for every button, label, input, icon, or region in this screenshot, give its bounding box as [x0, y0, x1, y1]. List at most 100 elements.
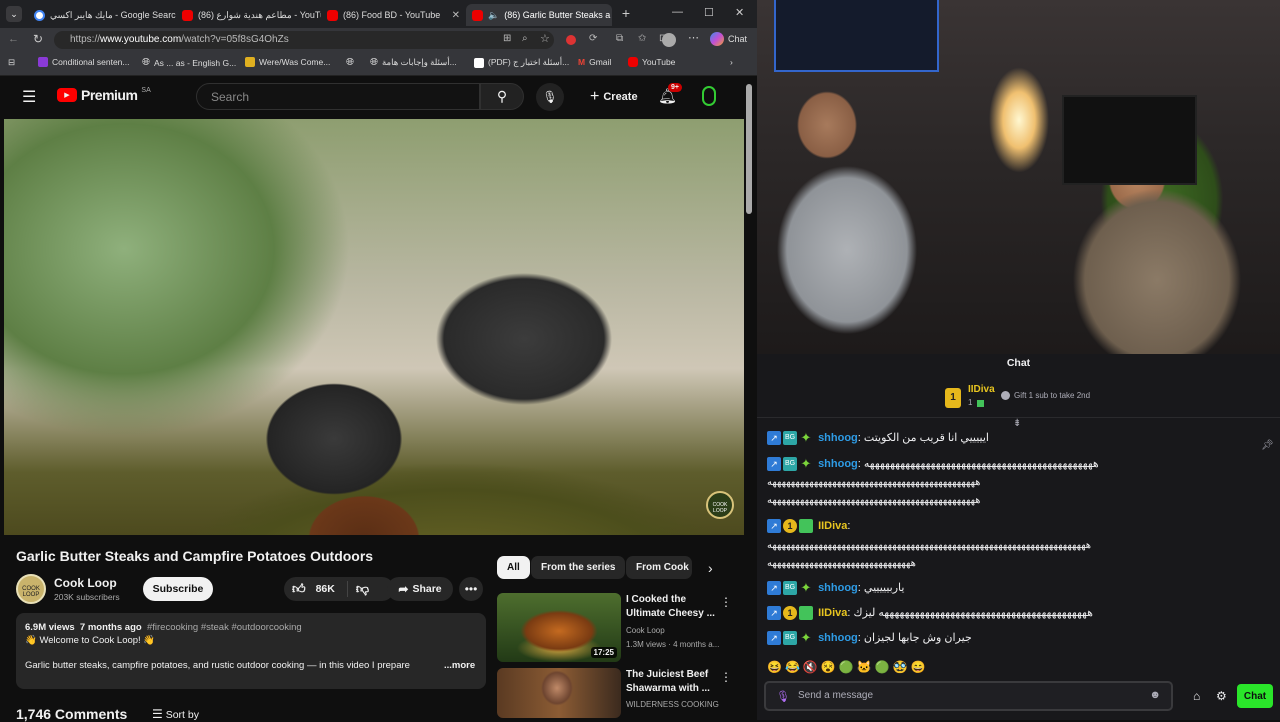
sort-icon: ☰ [152, 707, 163, 721]
tab-youtube-active[interactable]: 🔈 (86) Garlic Butter Steaks a ✕ [466, 4, 612, 26]
rec-channel-2[interactable]: WILDERNESS COOKING [626, 700, 719, 709]
store-icon[interactable]: ⌂ [1193, 689, 1200, 703]
emoji-picker-icon[interactable]: ☻ [1149, 689, 1161, 701]
bookmark-gmail[interactable]: M Gmail [578, 57, 611, 67]
split-screen-icon[interactable]: ⧉ [616, 33, 623, 44]
send-chat-button[interactable]: Chat [1237, 684, 1273, 708]
menu-dots-icon[interactable]: ⋯ [688, 31, 699, 44]
bookmark-label: أسئلة وإجابات هامة... [382, 57, 457, 67]
speaker-icon[interactable]: 🔈 [488, 10, 499, 21]
zoom-icon[interactable]: ⌕ [522, 33, 528, 44]
chat-username[interactable]: shhoog [818, 582, 858, 594]
url-field[interactable]: https://www.youtube.com/watch?v=05f8sG4O… [54, 31, 554, 49]
back-icon[interactable]: ← [8, 33, 19, 45]
close-window-icon[interactable]: ✕ [735, 6, 744, 19]
extension-icon[interactable] [566, 35, 576, 45]
channel-avatar[interactable]: COOK LOOP [16, 574, 46, 604]
hashtags[interactable]: #firecooking #steak #outdoorcooking [147, 622, 302, 633]
favorites-icon[interactable]: ✩ [638, 33, 646, 44]
thumbs-up-icon[interactable]: 👍︎ [292, 581, 306, 597]
copilot-chat-label: Chat [728, 34, 748, 44]
description-text: Garlic butter steaks, campfire potatoes,… [25, 660, 410, 671]
chip-from-channel[interactable]: From Cook L [626, 556, 692, 579]
close-tab-icon[interactable]: ✕ [452, 10, 460, 21]
gift-count: 1 [968, 398, 973, 407]
bookmark-3[interactable]: Were/Was Come... [245, 57, 330, 67]
maximize-icon[interactable]: ☐ [704, 6, 714, 19]
bookmarks-menu-icon[interactable]: ⊟ [8, 57, 15, 68]
chips-next-icon[interactable]: › [708, 560, 713, 576]
chat-username[interactable]: IIDiva [818, 607, 847, 619]
rec-menu-icon[interactable]: ⋮ [720, 670, 732, 684]
thumbs-down-icon[interactable]: 👎︎ [356, 581, 369, 597]
more-actions-button[interactable]: ••• [459, 577, 483, 601]
bookmarks-overflow-icon[interactable]: › [730, 57, 733, 67]
video-player[interactable]: COOK LOOP [4, 119, 744, 535]
channel-name[interactable]: Cook Loop [54, 576, 117, 590]
rec-thumbnail-2[interactable] [497, 668, 621, 718]
search-input[interactable]: Search [196, 83, 480, 110]
rec-title-1[interactable]: I Cooked the Ultimate Cheesy ... [626, 593, 726, 621]
bookmark-2[interactable]: 🌐︎ As ... as - English G... [142, 57, 236, 68]
search-button[interactable]: ⚲ [480, 83, 524, 110]
gift-sub-icon [1001, 391, 1010, 400]
bookmark-youtube[interactable]: YouTube [628, 57, 675, 67]
neon-sign [774, 0, 939, 72]
badge-icon: BG [783, 431, 797, 446]
create-button[interactable]: + Create [580, 83, 648, 110]
top-gifter-name[interactable]: IIDiva [968, 384, 995, 395]
share-button[interactable]: ➦ Share [387, 577, 453, 601]
bookmark-globe[interactable]: 🌐︎ [346, 57, 354, 68]
chat-username[interactable]: shhoog [818, 458, 858, 470]
profile-avatar[interactable] [662, 33, 676, 47]
video-title: Garlic Butter Steaks and Campfire Potato… [16, 548, 374, 564]
like-dislike-pill: 👍︎ 86K 👎︎ [284, 577, 394, 601]
minimize-icon[interactable]: — [672, 6, 683, 18]
url-scheme: https:// [70, 34, 101, 45]
rec-menu-icon[interactable]: ⋮ [720, 595, 732, 609]
install-app-icon[interactable]: ⊞ [503, 33, 511, 44]
copilot-chat-button[interactable]: Chat [710, 32, 747, 46]
bookmark-5[interactable]: (PDF) أسئلة اختبار ج... [474, 57, 569, 68]
google-icon [34, 9, 45, 21]
favorite-star-icon[interactable]: ☆ [540, 32, 550, 45]
youtube-premium-logo[interactable]: ▶ Premium SA [57, 87, 151, 103]
show-more-link[interactable]: ...more [444, 660, 475, 671]
tab-list-chevron-icon[interactable]: ⌄ [6, 6, 22, 22]
page-scrollbar[interactable] [746, 84, 752, 214]
rec-channel-1[interactable]: Cook Loop [626, 626, 665, 635]
hamburger-menu-icon[interactable]: ☰ [22, 87, 36, 107]
notifications-button[interactable]: 🔔︎ 9+ [658, 83, 682, 106]
tab-youtube-1[interactable]: (86) مطاعم هندية شوارع - YouTube ✕ [176, 4, 321, 26]
sort-by-button[interactable]: ☰ Sort by [152, 707, 199, 721]
subscribe-button[interactable]: Subscribe [143, 577, 213, 601]
bookmark-1[interactable]: Conditional senten... [38, 57, 130, 67]
rec-title-2[interactable]: The Juiciest Beef Shawarma with ... [626, 668, 726, 696]
refresh-extension-icon[interactable]: ⟳ [589, 33, 597, 44]
chat-username[interactable]: IIDiva [818, 520, 847, 532]
reload-icon[interactable]: ↻ [33, 32, 43, 46]
rec-thumbnail-1[interactable]: 17:25 [497, 593, 621, 662]
tab-youtube-2[interactable]: (86) Food BD - YouTube ✕ [321, 4, 466, 26]
tab-google-search[interactable]: مايك هايبر اكسي - Google Search ✕ [28, 4, 176, 26]
settings-gear-icon[interactable]: ⚙ [1216, 689, 1227, 703]
bookmark-4[interactable]: 🌐︎ أسئلة وإجابات هامة... [370, 57, 457, 68]
stream-video[interactable] [757, 0, 1280, 354]
rank-badge: 1 [945, 388, 961, 408]
chat-message-input[interactable]: 🎙︎ Send a message ☻ [764, 681, 1173, 711]
globe-icon: 🌐︎ [142, 57, 150, 68]
new-tab-icon[interactable]: + [618, 5, 634, 21]
chat-username[interactable]: shhoog [818, 632, 858, 644]
video-description[interactable]: 6.9M views 7 months ago #firecooking #st… [16, 613, 486, 689]
gift-sub-button[interactable]: Gift 1 sub to take 2nd [1001, 391, 1090, 400]
voice-search-button[interactable]: 🎙︎ [536, 83, 564, 111]
like-count[interactable]: 86K [316, 583, 335, 595]
account-avatar[interactable] [702, 86, 716, 106]
chat-username[interactable]: shhoog [818, 432, 858, 444]
mic-icon[interactable]: 🎙︎ [776, 690, 790, 703]
gmail-icon: M [578, 57, 586, 67]
chip-all[interactable]: All [497, 556, 530, 579]
collapse-chevron-icon[interactable]: ⇟ [1013, 418, 1021, 429]
chip-from-series[interactable]: From the series [531, 556, 626, 579]
emote-row[interactable]: 😆😂🔇😵🟢🐱🟢🥸😄 [767, 660, 928, 674]
